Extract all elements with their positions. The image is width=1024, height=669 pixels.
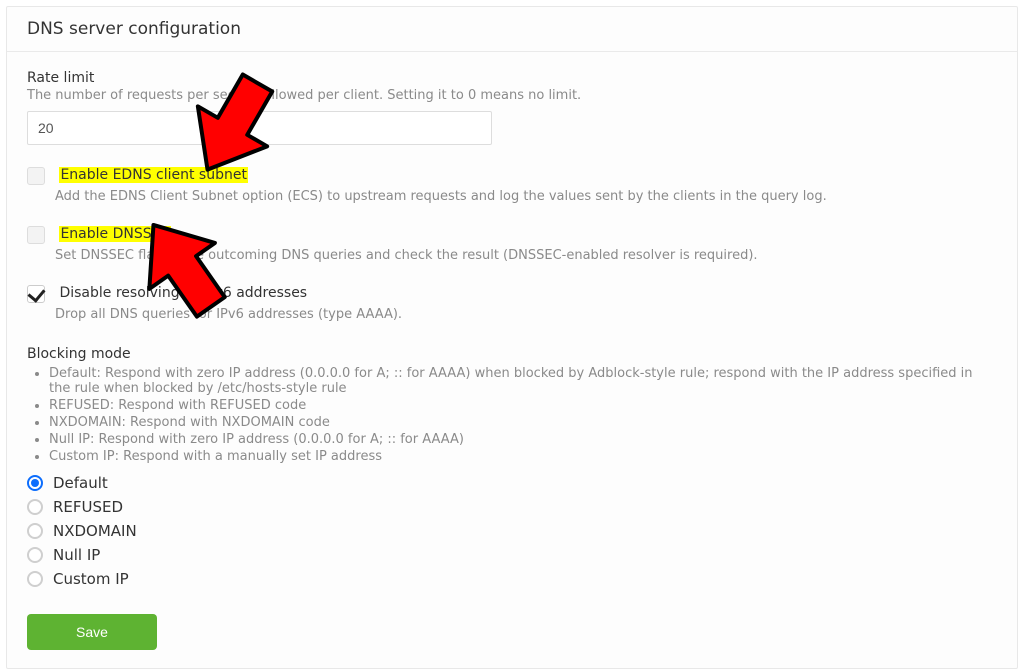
blocking-mode-title: Blocking mode [27,346,997,362]
disable-ipv6-row: Disable resolving of IPv6 addresses Drop… [27,285,997,322]
radio-row-nxdomain[interactable]: NXDOMAIN [27,522,997,540]
radio-row-customip[interactable]: Custom IP [27,570,997,588]
edns-row: Enable EDNS client subnet Add the EDNS C… [27,167,997,204]
disable-ipv6-desc: Drop all DNS queries for IPv6 addresses … [55,307,997,322]
radio-row-default[interactable]: Default [27,474,997,492]
disable-ipv6-label[interactable]: Disable resolving of IPv6 addresses [59,285,307,301]
rate-limit-input[interactable] [27,111,492,145]
card-body: Rate limit The number of requests per se… [7,52,1017,668]
rate-limit-label: Rate limit [27,70,997,86]
radio-nxdomain[interactable] [27,523,43,539]
radio-row-refused[interactable]: REFUSED [27,498,997,516]
save-button[interactable]: Save [27,614,157,650]
radio-label-nullip: Null IP [53,546,100,564]
settings-card: DNS server configuration Rate limit The … [6,6,1018,669]
dnssec-label[interactable]: Enable DNSSEC [59,226,171,242]
dnssec-desc: Set DNSSEC flag in the outcoming DNS que… [55,248,997,263]
radio-customip[interactable] [27,571,43,587]
blocking-mode-desc-list: Default: Respond with zero IP address (0… [27,366,997,464]
blocking-mode-radio-group: Default REFUSED NXDOMAIN Null IP Custom … [27,474,997,588]
edns-label[interactable]: Enable EDNS client subnet [59,167,248,183]
radio-refused[interactable] [27,499,43,515]
blocking-mode-desc-item: REFUSED: Respond with REFUSED code [49,398,997,413]
dnssec-checkbox[interactable] [27,226,45,244]
disable-ipv6-checkbox[interactable] [27,285,45,303]
radio-label-customip: Custom IP [53,570,129,588]
radio-label-default: Default [53,474,108,492]
blocking-mode-desc-item: NXDOMAIN: Respond with NXDOMAIN code [49,415,997,430]
radio-nullip[interactable] [27,547,43,563]
radio-default[interactable] [27,475,43,491]
card-title: DNS server configuration [7,7,1017,52]
dnssec-row: Enable DNSSEC Set DNSSEC flag in the out… [27,226,997,263]
radio-row-nullip[interactable]: Null IP [27,546,997,564]
blocking-mode-desc-item: Null IP: Respond with zero IP address (0… [49,432,997,447]
radio-label-refused: REFUSED [53,498,123,516]
rate-limit-desc: The number of requests per second allowe… [27,88,997,103]
blocking-mode-desc-item: Custom IP: Respond with a manually set I… [49,449,997,464]
radio-label-nxdomain: NXDOMAIN [53,522,137,540]
blocking-mode-desc-item: Default: Respond with zero IP address (0… [49,366,997,396]
edns-checkbox[interactable] [27,167,45,185]
edns-desc: Add the EDNS Client Subnet option (ECS) … [55,189,997,204]
